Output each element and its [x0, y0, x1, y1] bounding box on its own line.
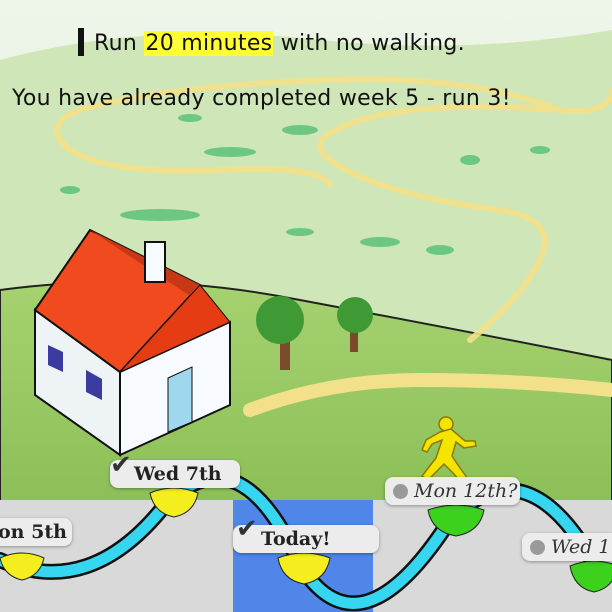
instruction-highlight: 20 minutes: [144, 31, 274, 56]
day-label-text: Mon 12th?: [414, 480, 518, 502]
pending-dot-icon: [393, 484, 408, 499]
check-icon: ✔: [110, 450, 132, 480]
status-text: You have already completed week 5 - run …: [12, 86, 511, 111]
instruction-prefix: Run: [94, 31, 145, 56]
day-label[interactable]: Wed 1: [522, 533, 612, 561]
instruction-text: Run 20 minutes with no walking.: [78, 28, 612, 56]
day-label[interactable]: Mon 12th?: [385, 477, 520, 505]
day-label-text: on 5th: [0, 521, 67, 543]
text-cursor-bar: [78, 28, 84, 56]
day-label-text: Wed 1: [551, 536, 611, 558]
instruction-suffix: with no walking.: [273, 31, 465, 56]
pending-dot-icon: [530, 540, 545, 555]
day-label-text: Today!: [261, 528, 331, 550]
day-label[interactable]: on 5th: [0, 518, 72, 546]
day-label-text: Wed 7th: [134, 463, 222, 485]
check-icon: ✔: [236, 514, 258, 544]
